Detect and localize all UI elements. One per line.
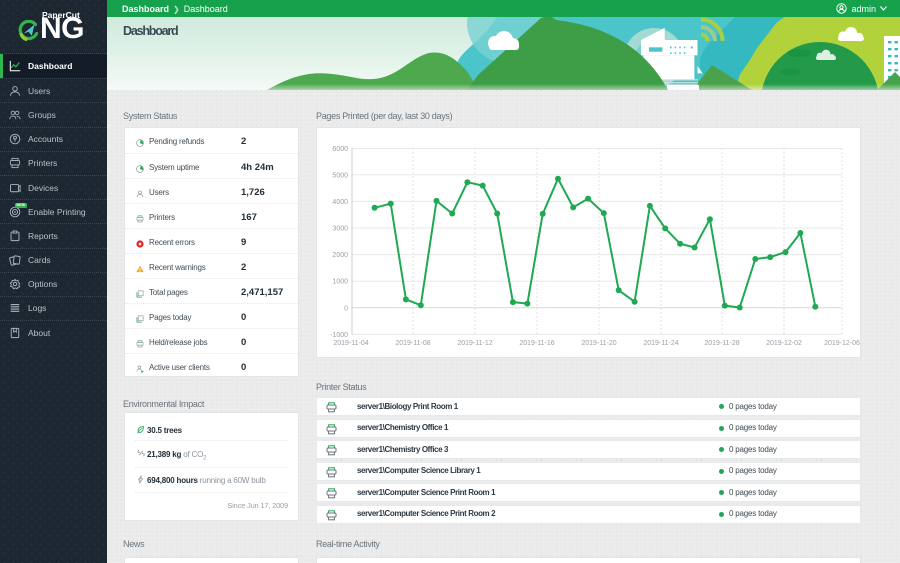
svg-text:-1000: -1000 [330, 332, 348, 339]
svg-text:2019-11-20: 2019-11-20 [581, 340, 616, 347]
svg-text:5000: 5000 [332, 172, 348, 179]
svg-text:1000: 1000 [332, 279, 348, 286]
svg-text:6000: 6000 [332, 146, 348, 153]
svg-text:2019-11-16: 2019-11-16 [519, 340, 554, 347]
svg-text:2019-11-12: 2019-11-12 [457, 340, 492, 347]
svg-text:0: 0 [344, 305, 348, 312]
svg-text:2019-11-08: 2019-11-08 [395, 340, 430, 347]
svg-text:2019-11-24: 2019-11-24 [643, 340, 678, 347]
svg-text:2000: 2000 [332, 252, 348, 259]
svg-text:3000: 3000 [332, 226, 348, 233]
svg-text:2019-11-04: 2019-11-04 [333, 340, 368, 347]
svg-text:4000: 4000 [332, 199, 348, 206]
svg-text:2019-12-06: 2019-12-06 [824, 340, 860, 347]
svg-text:2019-11-28: 2019-11-28 [704, 340, 739, 347]
svg-text:2019-12-02: 2019-12-02 [766, 340, 802, 347]
